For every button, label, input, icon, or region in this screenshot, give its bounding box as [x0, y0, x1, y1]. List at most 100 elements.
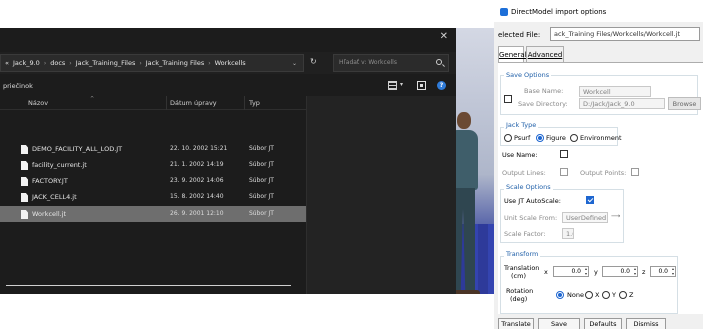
radio-rotation-z-label: Z	[629, 291, 634, 299]
app-logo-icon	[500, 8, 508, 16]
file-list-header: Názov ^ Dátum úpravy Typ	[0, 96, 306, 110]
file-icon	[21, 210, 28, 219]
file-row-selected[interactable]: Workcell.jt 26. 9. 2001 12:10 Súbor JT	[0, 206, 306, 222]
file-type: Súbor JT	[249, 161, 274, 168]
chevron-right-icon: ›	[43, 59, 47, 67]
preview-pane	[306, 96, 456, 294]
file-explorer-dialog: ✕ « Jack_9.0 › docs › Jack_Training_File…	[0, 28, 456, 294]
radio-rotation-x[interactable]	[585, 291, 593, 299]
radio-rotation-y[interactable]	[602, 291, 610, 299]
unit-scale-label: Unit Scale From:	[504, 214, 558, 222]
x-label: x	[544, 268, 548, 276]
file-name: FACTORY.JT	[32, 177, 68, 185]
horizontal-scrollbar[interactable]	[6, 285, 291, 286]
save-directory-field[interactable]: D:/Jack/Jack_9.0	[579, 98, 665, 109]
breadcrumb[interactable]: « Jack_9.0 › docs › Jack_Training_Files …	[0, 54, 304, 72]
output-lines-checkbox[interactable]	[560, 168, 568, 176]
breadcrumb-item[interactable]: Workcells	[215, 59, 246, 67]
radio-environment[interactable]	[570, 134, 578, 142]
column-name[interactable]: Názov	[28, 99, 48, 107]
breadcrumb-item[interactable]: Jack_Training Files	[146, 59, 204, 67]
radio-rotation-none[interactable]	[556, 291, 564, 299]
breadcrumb-prefix: «	[5, 59, 9, 67]
rotation-label: Rotation	[506, 287, 534, 295]
transform-title: Transform	[504, 250, 541, 258]
translation-label: Translation	[504, 264, 540, 272]
output-lines-label: Output Lines:	[502, 169, 546, 177]
radio-rotation-y-label: Y	[612, 291, 616, 299]
column-divider[interactable]	[166, 96, 167, 110]
preview-pane-icon[interactable]	[417, 81, 426, 90]
breadcrumb-item[interactable]: Jack_Training_Files	[76, 59, 136, 67]
selected-file-field[interactable]: ack_Training Files/Workcells/Workcell.jt	[550, 27, 700, 41]
file-row[interactable]: facility_current.jt 21. 1. 2002 14:19 Sú…	[0, 157, 306, 173]
file-icon	[21, 177, 28, 186]
save-checkbox[interactable]	[504, 95, 512, 103]
refresh-icon[interactable]: ↻	[310, 57, 317, 66]
file-icon	[21, 145, 28, 154]
defaults-button[interactable]: Defaults	[584, 318, 622, 329]
figure-head	[457, 112, 471, 129]
output-points-label: Output Points:	[580, 169, 627, 177]
file-type: Súbor JT	[249, 145, 274, 152]
file-date: 21. 1. 2002 14:19	[170, 161, 224, 168]
close-icon[interactable]: ✕	[440, 31, 448, 42]
file-date: 23. 9. 2002 14:06	[170, 177, 224, 184]
file-list: Názov ^ Dátum úpravy Typ DEMO_FACILITY_A…	[0, 96, 306, 294]
chevron-down-icon[interactable]: ▾	[400, 81, 403, 90]
translation-y-stepper[interactable]: 0.0	[602, 266, 638, 277]
search-input[interactable]: Hľadať v: Workcells	[333, 54, 449, 72]
file-row[interactable]: JACK_CELL4.jt 15. 8. 2002 14:40 Súbor JT	[0, 189, 306, 205]
output-points-checkbox[interactable]	[631, 168, 639, 176]
save-options-button[interactable]: Save Options	[538, 318, 580, 329]
radio-psurf[interactable]	[504, 134, 512, 142]
radio-figure[interactable]	[536, 134, 544, 142]
view-list-icon[interactable]	[388, 81, 397, 90]
autoscale-checkbox[interactable]	[586, 196, 594, 204]
scale-factor-label: Scale Factor:	[504, 230, 546, 238]
radio-figure-label: Figure	[546, 134, 566, 142]
file-name: Workcell.jt	[32, 210, 67, 218]
scale-factor-field[interactable]: 1.0	[562, 228, 574, 239]
column-date[interactable]: Dátum úpravy	[170, 99, 217, 107]
file-name: DEMO_FACILITY_ALL_LOD.JT	[32, 145, 123, 153]
chevron-right-icon: ›	[139, 59, 142, 67]
dropdown-arrow-icon[interactable]: ⟶	[611, 212, 620, 220]
explorer-toolbar: priečinok ▾ ?	[0, 78, 456, 96]
browse-button[interactable]: Browse	[668, 97, 701, 110]
use-name-checkbox[interactable]	[560, 150, 568, 158]
breadcrumb-item[interactable]: docs	[50, 59, 65, 67]
general-tab-pane: Save Options Base Name: Workcell Save Di…	[498, 62, 703, 314]
column-divider[interactable]	[244, 96, 245, 110]
radio-psurf-label: Psurf	[514, 134, 531, 142]
address-bar: « Jack_9.0 › docs › Jack_Training_Files …	[0, 52, 456, 74]
file-row[interactable]: FACTORY.JT 23. 9. 2002 14:06 Súbor JT	[0, 173, 306, 189]
dialog-title: DirectModel import options	[511, 8, 607, 16]
chevron-down-icon[interactable]: ⌄	[292, 60, 297, 67]
search-placeholder: Hľadať v: Workcells	[339, 59, 397, 66]
y-label: y	[594, 268, 598, 276]
radio-rotation-z[interactable]	[619, 291, 627, 299]
file-date: 22. 10. 2002 15:21	[170, 145, 228, 152]
dismiss-button[interactable]: Dismiss	[626, 318, 666, 329]
file-icon	[21, 161, 28, 170]
column-type[interactable]: Typ	[249, 99, 260, 107]
breadcrumb-item[interactable]: Jack_9.0	[13, 59, 40, 67]
file-row[interactable]: DEMO_FACILITY_ALL_LOD.JT 22. 10. 2002 15…	[0, 141, 306, 157]
help-icon[interactable]: ?	[437, 81, 446, 90]
tab-advanced[interactable]: Advanced	[526, 46, 564, 62]
translation-x-stepper[interactable]: 0.0	[553, 266, 589, 277]
unit-scale-select[interactable]: UserDefined	[562, 212, 608, 223]
file-name: facility_current.jt	[32, 161, 87, 169]
translate-button[interactable]: Translate	[498, 318, 534, 329]
chevron-right-icon: ›	[69, 59, 72, 67]
autoscale-label: Use JT AutoScale:	[504, 197, 561, 205]
file-date: 26. 9. 2001 12:10	[170, 210, 224, 217]
selected-file-label: elected File:	[498, 31, 541, 39]
base-name-field[interactable]: Workcell	[579, 86, 651, 97]
tab-general[interactable]: General	[498, 46, 527, 62]
directmodel-import-dialog: DirectModel import options elected File:…	[494, 0, 703, 329]
search-icon	[436, 59, 442, 65]
file-date: 15. 8. 2002 14:40	[170, 193, 224, 200]
translation-z-stepper[interactable]: 0.0	[650, 266, 676, 277]
